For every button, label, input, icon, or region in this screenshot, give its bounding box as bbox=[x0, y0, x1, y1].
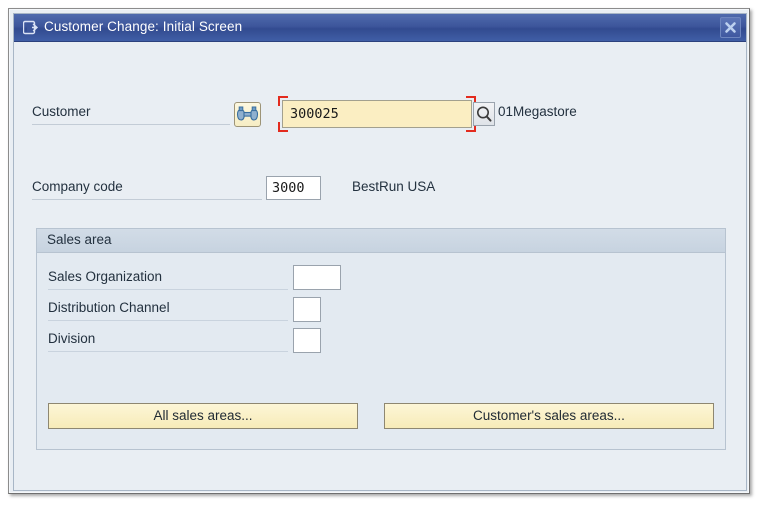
company-code-input[interactable] bbox=[266, 176, 321, 200]
all-sales-areas-button[interactable]: All sales areas... bbox=[48, 403, 358, 429]
title-bar: Customer Change: Initial Screen bbox=[14, 14, 746, 42]
customer-lookup-button[interactable] bbox=[473, 102, 495, 126]
sales-area-header bbox=[37, 229, 725, 253]
dialog-title: Customer Change: Initial Screen bbox=[44, 19, 242, 34]
selection-corner-bottom-left bbox=[278, 122, 288, 132]
transfer-button[interactable] bbox=[615, 490, 643, 491]
company-code-label: Company code bbox=[32, 179, 123, 194]
sales-organization-label: Sales Organization bbox=[48, 269, 162, 284]
company-code-label-underline bbox=[32, 199, 262, 200]
customer-description: 01Megastore bbox=[498, 104, 577, 119]
customer-label: Customer bbox=[32, 104, 91, 119]
cancel-button[interactable] bbox=[708, 490, 736, 491]
sales-organization-input[interactable] bbox=[293, 265, 341, 290]
distribution-channel-input[interactable] bbox=[293, 297, 321, 322]
customer-search-help-button[interactable] bbox=[234, 102, 261, 127]
division-underline bbox=[48, 351, 288, 352]
sales-area-group: Sales area Sales Organization Distributi… bbox=[36, 228, 726, 450]
magnifier-icon bbox=[474, 103, 494, 125]
dialog-window-inner: Customer Change: Initial Screen Customer bbox=[13, 13, 747, 491]
distribution-channel-underline bbox=[48, 320, 288, 321]
close-button[interactable] bbox=[720, 17, 741, 38]
customer-input-wrapper bbox=[282, 100, 472, 128]
customer-input[interactable] bbox=[282, 100, 472, 128]
footer-bar bbox=[14, 466, 746, 491]
binoculars-icon bbox=[235, 103, 260, 126]
distribution-channel-label: Distribution Channel bbox=[48, 300, 170, 315]
division-label: Division bbox=[48, 331, 95, 346]
sap-dialog-icon bbox=[23, 20, 39, 35]
sales-organization-underline bbox=[48, 289, 288, 290]
dialog-window: Customer Change: Initial Screen Customer bbox=[8, 8, 750, 494]
sales-area-title: Sales area bbox=[47, 232, 112, 247]
customer-label-underline bbox=[32, 124, 230, 125]
company-code-description: BestRun USA bbox=[352, 179, 435, 194]
division-input[interactable] bbox=[293, 328, 321, 353]
close-icon bbox=[721, 18, 740, 37]
customers-sales-areas-button[interactable]: Customer's sales areas... bbox=[384, 403, 714, 429]
dialog-toolbar bbox=[584, 490, 736, 491]
continue-button[interactable] bbox=[584, 490, 612, 491]
new-document-button[interactable] bbox=[646, 490, 674, 491]
dialog-body: Customer bbox=[14, 42, 746, 491]
display-button[interactable] bbox=[677, 490, 705, 491]
selection-corner-top-left bbox=[278, 96, 288, 106]
